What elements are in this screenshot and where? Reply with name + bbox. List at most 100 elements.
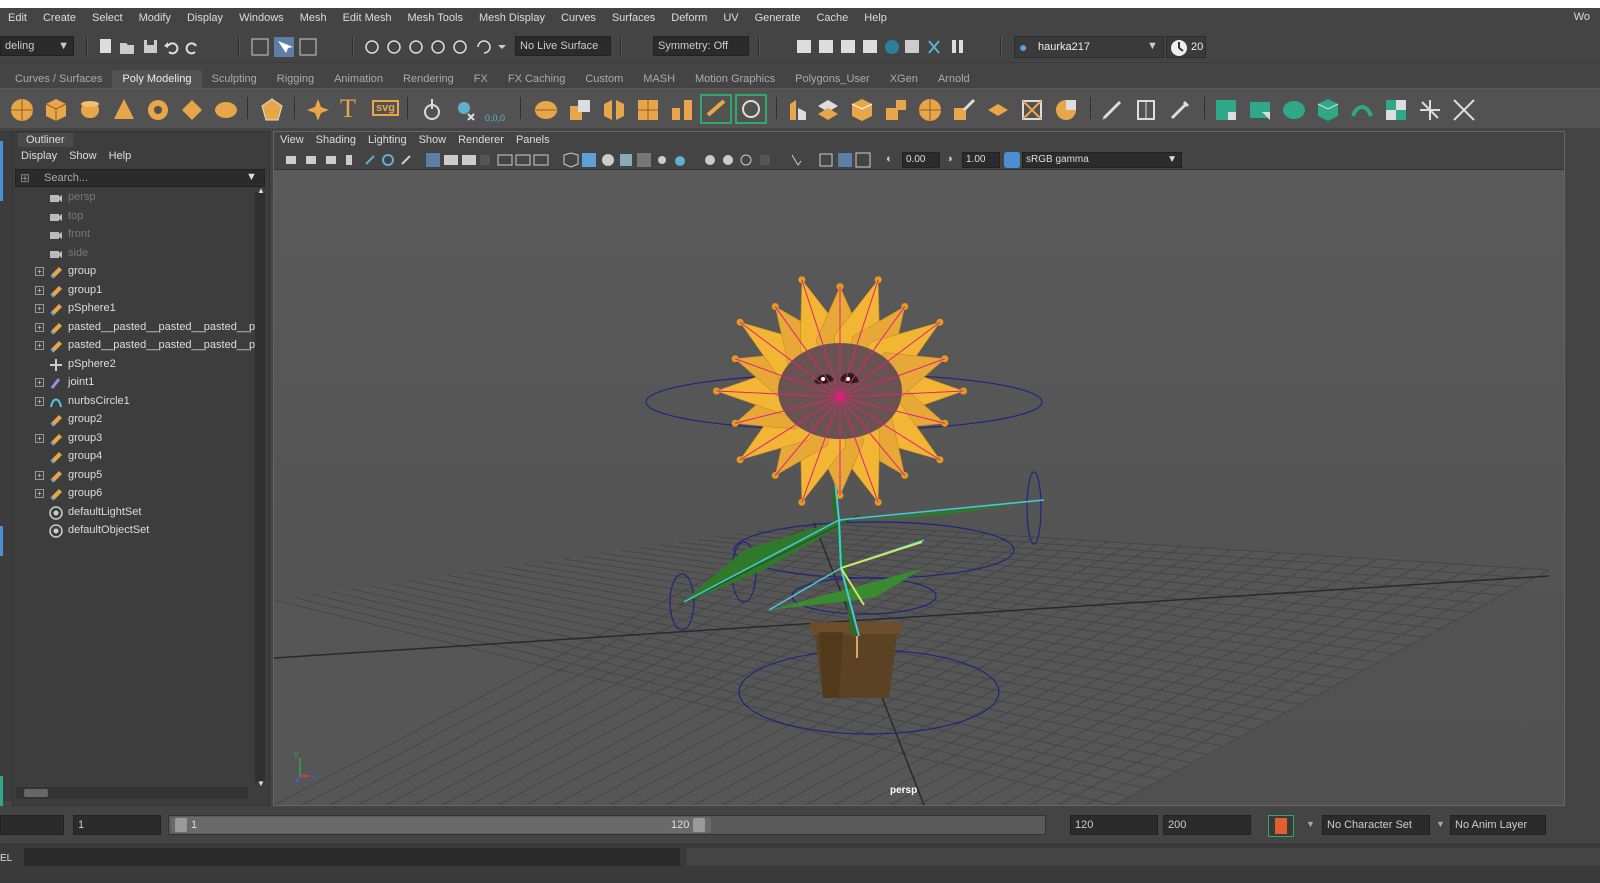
expand-icon[interactable]: + xyxy=(35,396,44,406)
outliner-item-curve[interactable]: + nurbsCircle1 xyxy=(13,393,253,411)
cut-uv-icon[interactable] xyxy=(1418,98,1442,122)
type-tool-icon[interactable]: T xyxy=(340,94,356,124)
menu-modify[interactable]: Modify xyxy=(131,12,179,24)
outliner-item-mesh[interactable]: pSphere2 xyxy=(13,356,253,374)
outliner-menu-show[interactable]: Show xyxy=(69,150,97,162)
outliner-item-transform[interactable]: + group xyxy=(13,263,253,281)
snap-icons[interactable] xyxy=(362,37,512,57)
range-end-handle[interactable] xyxy=(693,818,705,832)
scroll-up-icon[interactable]: ▲ xyxy=(257,186,265,195)
expand-icon[interactable]: + xyxy=(35,378,44,387)
menu-select[interactable]: Select xyxy=(84,12,131,24)
poly-cube-icon[interactable] xyxy=(44,98,68,122)
shelf-tab-rendering[interactable]: Rendering xyxy=(393,70,464,88)
merge-icon[interactable] xyxy=(1020,98,1044,122)
super-shape-icon[interactable] xyxy=(306,98,330,122)
outliner-search-input[interactable]: ⊞ Search... ▼ xyxy=(15,169,265,187)
svg-tool-icon[interactable]: svg xyxy=(372,100,399,116)
expand-icon[interactable]: + xyxy=(35,433,44,443)
viewport-scene[interactable]: y z xyxy=(274,170,1564,805)
quad-draw-icon[interactable] xyxy=(918,98,942,122)
viewport-menu-view[interactable]: View xyxy=(274,132,310,150)
character-set-dropdown[interactable]: No Character Set xyxy=(1322,815,1430,835)
menuset-dropdown[interactable]: deling ▼ xyxy=(0,36,74,56)
expand-icon[interactable]: + xyxy=(35,341,44,350)
slide-edge-icon[interactable] xyxy=(952,98,976,122)
menu-cache[interactable]: Cache xyxy=(808,12,856,24)
expand-icon[interactable]: + xyxy=(35,470,44,480)
expand-icon[interactable]: + xyxy=(35,267,44,276)
chevron-down-icon[interactable]: ▼ xyxy=(1436,819,1445,829)
outliner-item-transform[interactable]: + group6 xyxy=(13,485,253,503)
command-input[interactable] xyxy=(24,848,680,866)
notifications-button[interactable]: 20 xyxy=(1166,36,1206,58)
user-account-button[interactable]: ● haurka217 ▼ xyxy=(1014,36,1164,58)
outliner-item-transform[interactable]: + group3 xyxy=(13,430,253,448)
symmetry-dropdown[interactable]: Symmetry: Off xyxy=(653,36,749,56)
shelf-tab-xgen[interactable]: XGen xyxy=(880,70,928,88)
gamma-field[interactable]: 1.00 xyxy=(962,152,1000,168)
scroll-down-icon[interactable]: ▼ xyxy=(257,779,265,788)
menu-generate[interactable]: Generate xyxy=(747,12,809,24)
shelf-tab-fx-caching[interactable]: FX Caching xyxy=(498,70,575,88)
scroll-thumb[interactable] xyxy=(24,789,48,797)
crease-icon[interactable] xyxy=(1134,98,1158,122)
viewport-menu-show[interactable]: Show xyxy=(413,132,453,150)
viewport-toolbar-icons[interactable] xyxy=(284,152,894,168)
outliner-item-camera[interactable]: persp xyxy=(13,189,253,207)
poly-sphere-icon[interactable] xyxy=(10,98,34,122)
outliner-menu-display[interactable]: Display xyxy=(21,150,57,162)
extrude-icon[interactable] xyxy=(636,98,660,122)
separate-icon[interactable] xyxy=(454,98,478,122)
multi-cut-icon[interactable] xyxy=(816,98,840,122)
shelf-tab-arnold[interactable]: Arnold xyxy=(928,70,980,88)
menu-help[interactable]: Help xyxy=(856,12,895,24)
viewport-menu-shading[interactable]: Shading xyxy=(310,132,362,150)
outliner-item-joint[interactable]: + joint1 xyxy=(13,374,253,392)
paint-tool-icon[interactable] xyxy=(1168,98,1192,122)
outliner-tab[interactable]: Outliner xyxy=(18,133,73,147)
file-tools-icons[interactable] xyxy=(98,38,208,56)
outliner-item-transform[interactable]: + group1 xyxy=(13,282,253,300)
cylindrical-map-icon[interactable] xyxy=(1282,98,1306,122)
outliner-item-camera[interactable]: front xyxy=(13,226,253,244)
outliner-item-set[interactable]: defaultObjectSet xyxy=(13,522,253,540)
poly-cone-icon[interactable] xyxy=(112,98,136,122)
menu-uv[interactable]: UV xyxy=(715,12,746,24)
shelf-tab-poly-modeling[interactable]: Poly Modeling xyxy=(112,70,202,88)
shelf-tab-polygons-user[interactable]: Polygons_User xyxy=(785,70,880,88)
shelf-tab-mash[interactable]: MASH xyxy=(633,70,685,88)
poly-plane-icon[interactable] xyxy=(180,98,204,122)
anim-layer-dropdown[interactable]: No Anim Layer xyxy=(1450,815,1546,835)
chevron-down-icon[interactable]: ▼ xyxy=(1306,819,1315,829)
shelf-tab-motion-graphics[interactable]: Motion Graphics xyxy=(685,70,785,88)
colorspace-dropdown[interactable]: sRGB gamma ▼ xyxy=(1022,152,1182,168)
poly-cylinder-icon[interactable] xyxy=(78,98,102,122)
viewport-menu-lighting[interactable]: Lighting xyxy=(362,132,413,150)
outliner-item-transform[interactable]: + pasted__pasted__pasted__pasted__pa xyxy=(13,337,261,355)
range-slider-handle[interactable] xyxy=(171,817,711,833)
render-icons[interactable] xyxy=(795,37,975,57)
shelf-tab-curves-surfaces[interactable]: Curves / Surfaces xyxy=(5,70,112,88)
anim-end-field[interactable]: 200 xyxy=(1163,815,1251,835)
outliner-item-transform[interactable]: + pasted__pasted__pasted__pasted__pa xyxy=(13,319,261,337)
shelf-tab-animation[interactable]: Animation xyxy=(324,70,393,88)
expand-icon[interactable]: + xyxy=(35,489,44,498)
outliner-horizontal-scrollbar[interactable] xyxy=(16,787,248,799)
color-management-icon[interactable] xyxy=(1004,152,1020,168)
menu-create[interactable]: Create xyxy=(35,12,84,24)
menu-mesh-display[interactable]: Mesh Display xyxy=(471,12,553,24)
menu-edit[interactable]: Edit xyxy=(0,12,35,24)
mirror-icon[interactable] xyxy=(602,98,626,122)
menu-curves[interactable]: Curves xyxy=(553,12,604,24)
poly-disc-icon[interactable] xyxy=(214,98,238,122)
shelf-tab-fx[interactable]: FX xyxy=(464,70,498,88)
insert-edge-loop-icon[interactable] xyxy=(850,98,874,122)
expand-icon[interactable]: + xyxy=(35,322,44,332)
menu-mesh[interactable]: Mesh xyxy=(292,12,335,24)
workspace-label[interactable]: Wo xyxy=(1566,11,1598,23)
center-pivot-icon[interactable]: 0,0,0 xyxy=(485,113,505,123)
platonic-solid-icon[interactable] xyxy=(260,98,284,122)
outliner-item-transform[interactable]: group2 xyxy=(13,411,253,429)
expand-icon[interactable]: + xyxy=(35,285,44,295)
